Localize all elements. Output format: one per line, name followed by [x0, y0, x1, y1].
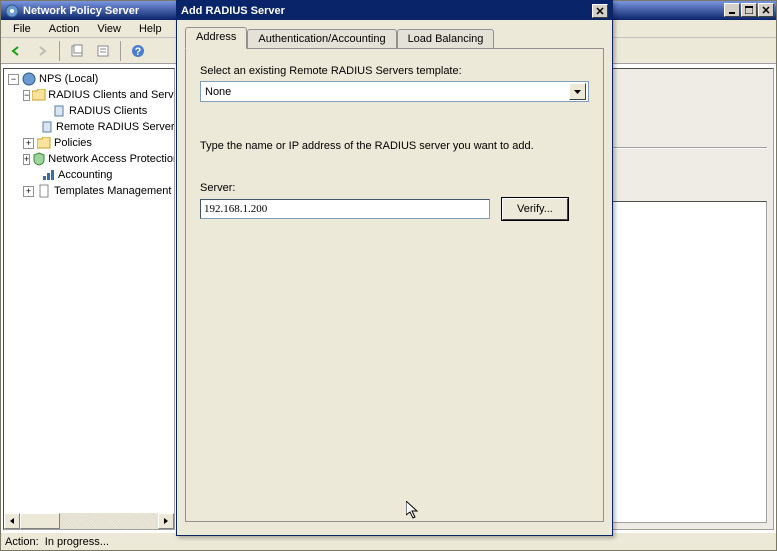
forward-button[interactable] — [31, 40, 53, 62]
minimize-button[interactable] — [724, 3, 740, 17]
scroll-left-button[interactable] — [4, 513, 20, 529]
status-label: Action: — [5, 536, 39, 548]
tree-rr-label: Remote RADIUS Server Groups — [56, 121, 175, 133]
tab-panel-address: Select an existing Remote RADIUS Servers… — [185, 48, 604, 522]
tree-rc-label: RADIUS Clients — [69, 105, 147, 117]
menu-action[interactable]: Action — [41, 22, 88, 36]
template-select-value: None — [203, 86, 569, 98]
tree-policies[interactable]: + Policies — [6, 135, 174, 151]
expand-icon[interactable]: + — [23, 186, 34, 197]
type-label: Type the name or IP address of the RADIU… — [200, 140, 589, 152]
verify-button[interactable]: Verify... — [502, 198, 568, 220]
server-icon — [51, 103, 67, 119]
toolbar-separator — [59, 41, 60, 61]
server-input[interactable] — [200, 199, 490, 219]
tree-root-label: NPS (Local) — [39, 73, 98, 85]
tab-strip: Address Authentication/Accounting Load B… — [185, 26, 604, 48]
server-icon — [40, 119, 54, 135]
tree-rcs-label: RADIUS Clients and Servers — [48, 89, 175, 101]
help-button[interactable]: ? — [127, 40, 149, 62]
tree-root[interactable]: − NPS (Local) — [6, 71, 174, 87]
tree-nap[interactable]: + Network Access Protection — [6, 151, 174, 167]
server-label: Server: — [200, 182, 589, 194]
expand-icon[interactable]: − — [23, 90, 30, 101]
add-button[interactable] — [66, 40, 88, 62]
menu-help[interactable]: Help — [131, 22, 170, 36]
dropdown-button[interactable] — [569, 83, 586, 100]
nps-icon — [21, 71, 37, 87]
toolbar-separator-2 — [120, 41, 121, 61]
tree-nap-label: Network Access Protection — [48, 153, 175, 165]
tree-radius-clients-servers[interactable]: − RADIUS Clients and Servers — [6, 87, 174, 103]
shield-icon — [32, 151, 46, 167]
maximize-button[interactable] — [741, 3, 757, 17]
back-button[interactable] — [5, 40, 27, 62]
tab-auth[interactable]: Authentication/Accounting — [247, 29, 396, 48]
status-value: In progress... — [45, 536, 109, 548]
tree-radius-clients[interactable]: RADIUS Clients — [6, 103, 174, 119]
tree-pane: − NPS (Local) − RADIUS Clients and Serve… — [3, 68, 175, 530]
add-radius-dialog: Add RADIUS Server Address Authentication… — [176, 0, 613, 536]
expand-icon[interactable]: + — [23, 154, 30, 165]
scroll-right-button[interactable] — [158, 513, 174, 529]
tree-accounting[interactable]: Accounting — [6, 167, 174, 183]
main-sysbuttons — [724, 3, 774, 17]
svg-text:?: ? — [135, 46, 142, 58]
menu-file[interactable]: File — [5, 22, 39, 36]
screenshot-root: { "main_window": { "title": "Network Pol… — [0, 0, 777, 551]
scroll-track[interactable] — [20, 513, 158, 529]
tree-hscrollbar[interactable] — [4, 513, 174, 529]
chart-icon — [40, 167, 56, 183]
doc-icon — [36, 183, 52, 199]
tree-policies-label: Policies — [54, 137, 92, 149]
properties-button[interactable] — [92, 40, 114, 62]
template-select[interactable]: None — [200, 81, 589, 102]
tab-address[interactable]: Address — [185, 27, 247, 49]
dialog-titlebar: Add RADIUS Server — [177, 1, 612, 20]
select-template-label: Select an existing Remote RADIUS Servers… — [200, 65, 589, 77]
scroll-thumb[interactable] — [20, 513, 60, 529]
folder-icon — [36, 135, 52, 151]
tree-templates[interactable]: + Templates Management — [6, 183, 174, 199]
dialog-body: Address Authentication/Accounting Load B… — [177, 20, 612, 528]
app-icon — [5, 4, 19, 18]
main-title: Network Policy Server — [23, 5, 139, 17]
dialog-title: Add RADIUS Server — [181, 5, 285, 17]
menu-view[interactable]: View — [89, 22, 129, 36]
dialog-close-button[interactable] — [592, 4, 608, 18]
tree-templates-label: Templates Management — [54, 185, 171, 197]
expand-icon[interactable]: − — [8, 74, 19, 85]
close-button[interactable] — [758, 3, 774, 17]
folder-icon — [32, 87, 46, 103]
expand-icon[interactable]: + — [23, 138, 34, 149]
tree-remote-radius[interactable]: Remote RADIUS Server Groups — [6, 119, 174, 135]
tab-load[interactable]: Load Balancing — [397, 29, 495, 48]
tree-accounting-label: Accounting — [58, 169, 112, 181]
